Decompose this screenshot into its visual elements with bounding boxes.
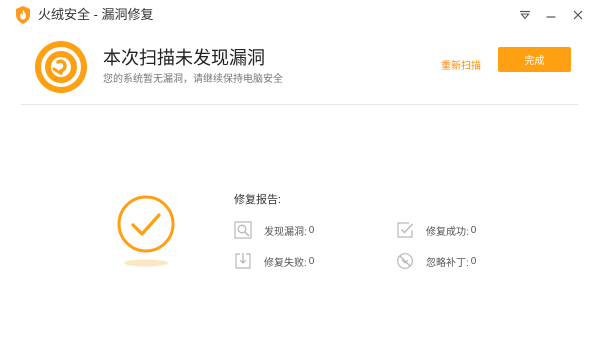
magnifier-icon [234, 221, 252, 239]
checkbox-icon [396, 221, 414, 239]
stat-value: 0 [308, 255, 315, 267]
rescan-link[interactable]: 重新扫描 [441, 61, 481, 73]
close-icon[interactable] [569, 6, 587, 24]
download-fail-icon [234, 252, 252, 270]
page-title: 本次扫描未发现漏洞 [103, 48, 265, 68]
stat-value: 0 [470, 255, 477, 267]
vulnerability-shield-icon [34, 40, 88, 94]
stat-found-vulnerabilities: 发现漏洞: 0 [234, 220, 314, 240]
stat-value: 0 [470, 224, 477, 236]
huorong-flame-icon [15, 6, 31, 24]
dropdown-menu-icon[interactable] [516, 6, 534, 24]
stat-label: 忽略补丁: [426, 257, 469, 269]
stat-value: 0 [308, 224, 315, 236]
report-title: 修复报告: [234, 194, 282, 206]
stat-label: 修复失败: [264, 257, 307, 269]
stat-repair-success: 修复成功: 0 [396, 220, 476, 240]
check-circle-icon [116, 194, 176, 268]
stat-label: 修复成功: [426, 226, 469, 238]
done-button[interactable]: 完成 [498, 47, 571, 72]
header-divider [21, 104, 578, 105]
window-title: 火绒安全 - 漏洞修复 [38, 7, 154, 22]
ignore-icon [396, 252, 414, 270]
stat-label: 发现漏洞: [264, 226, 307, 238]
stat-ignored-patches: 忽略补丁: 0 [396, 251, 476, 271]
title-bar: 火绒安全 - 漏洞修复 [0, 0, 600, 30]
minimize-icon[interactable] [542, 6, 560, 24]
stat-repair-failed: 修复失败: 0 [234, 251, 314, 271]
page-subtitle: 您的系统暂无漏洞，请继续保持电脑安全 [103, 74, 283, 85]
